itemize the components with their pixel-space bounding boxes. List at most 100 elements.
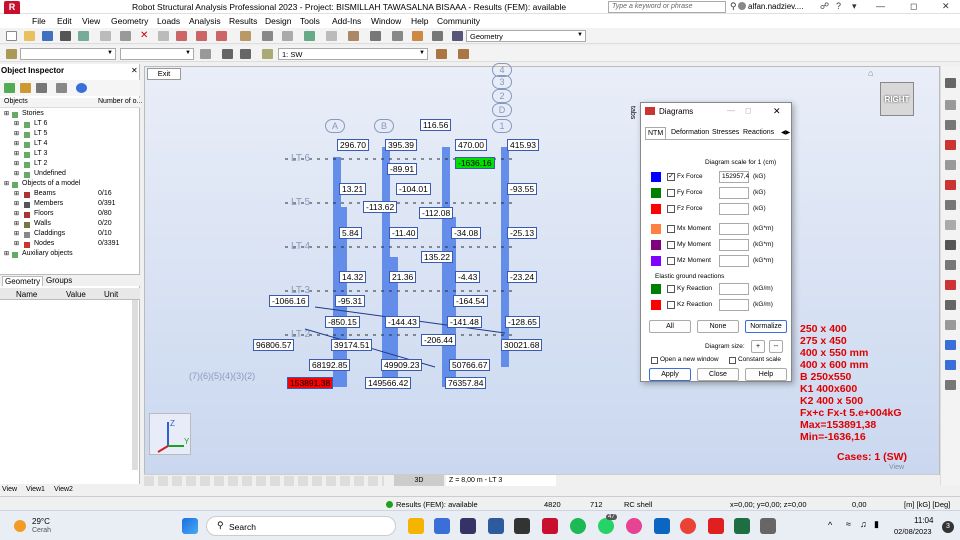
menu-community[interactable]: Community — [437, 16, 480, 26]
app-icon[interactable] — [460, 518, 476, 534]
filter-icon[interactable] — [200, 49, 211, 59]
expand-icon[interactable]: ⊞ — [4, 250, 9, 257]
tree-item[interactable]: ⊞ Stories — [0, 110, 140, 120]
tool-icon-8[interactable] — [945, 220, 956, 230]
tool-icon-4[interactable] — [945, 140, 956, 150]
app-icon[interactable] — [514, 518, 530, 534]
display-icon[interactable] — [392, 31, 403, 41]
app-icon[interactable] — [488, 518, 504, 534]
tree-item[interactable]: ⊞ Objects of a model — [0, 180, 140, 190]
expand-icon[interactable]: ⊞ — [14, 220, 19, 227]
fx-force-checkbox[interactable]: ✓ — [667, 173, 675, 181]
tab-deformation[interactable]: Deformation — [669, 127, 711, 139]
prev-view-icon[interactable] — [436, 49, 447, 59]
expand-icon[interactable]: ⊞ — [14, 210, 19, 217]
save-icon[interactable] — [42, 31, 53, 41]
settings-icon[interactable] — [36, 83, 47, 93]
mz-moment-checkbox[interactable] — [667, 257, 675, 265]
clock-time[interactable]: 11:04 — [914, 516, 933, 525]
expand-icon[interactable]: ⊞ — [14, 140, 19, 147]
select-icon[interactable] — [6, 49, 17, 59]
menu-analysis[interactable]: Analysis — [189, 16, 221, 26]
copy-icon[interactable] — [100, 31, 111, 41]
my-moment-scale-input[interactable] — [719, 239, 749, 251]
tab-reactions[interactable]: Reactions — [741, 127, 776, 139]
excel-icon[interactable] — [734, 518, 750, 534]
settings-icon[interactable] — [432, 31, 443, 41]
view-select[interactable]: 1: SW ▼ — [278, 48, 428, 60]
menu-view[interactable]: View — [82, 16, 100, 26]
view-mode-label[interactable]: 3D — [394, 475, 444, 486]
search-input[interactable]: Type a keyword or phrase — [608, 1, 726, 13]
volume-icon[interactable]: ♫ — [860, 519, 867, 529]
tree-item[interactable]: ⊞ Members 0/391 — [0, 200, 140, 210]
tab-scroll-icon[interactable]: ◀▶ — [779, 127, 792, 139]
exit-tab[interactable]: Exit — [147, 68, 181, 80]
dialog-side-tab[interactable]: tabs — [624, 106, 636, 136]
units-label[interactable]: [m] [kG] [Deg] — [904, 500, 950, 509]
close-icon[interactable]: ✕ — [942, 1, 950, 12]
menu-edit[interactable]: Edit — [57, 16, 72, 26]
weather-desc[interactable]: Cerah — [32, 527, 51, 534]
new-icon[interactable] — [6, 31, 17, 41]
expand-icon[interactable]: ⊞ — [14, 190, 19, 197]
battery-icon[interactable]: ▮ — [874, 519, 879, 530]
case-select[interactable]: ▼ — [120, 48, 194, 60]
fx-color-swatch[interactable] — [651, 172, 661, 182]
search-icon[interactable]: ⚲ — [730, 1, 737, 12]
tree-item[interactable]: ⊞ LT 4 — [0, 140, 140, 150]
tool-icon-14[interactable] — [945, 340, 956, 350]
delete-icon[interactable]: ✕ — [140, 31, 151, 41]
tool-icon-1[interactable] — [945, 78, 956, 88]
preview-icon[interactable] — [78, 31, 89, 41]
weather-icon[interactable] — [14, 520, 26, 532]
expand-icon[interactable]: ⊞ — [14, 120, 19, 127]
next-view-icon[interactable] — [458, 49, 469, 59]
mz-moment-scale-input[interactable] — [719, 255, 749, 267]
grid-icon[interactable] — [370, 31, 381, 41]
dropdown-icon[interactable]: ▾ — [852, 1, 857, 12]
menu-design[interactable]: Design — [265, 16, 291, 26]
pan-icon[interactable] — [282, 31, 293, 41]
model-viewport[interactable]: A B 4 3 2 D 1 LT 6 LT 5 LT 4 LT 3 LT 2 (… — [144, 63, 940, 486]
fz-force-scale-input[interactable] — [719, 203, 749, 215]
open-icon[interactable] — [24, 31, 35, 41]
filter-tree-icon[interactable] — [4, 83, 15, 93]
fz-color-swatch[interactable] — [651, 204, 661, 214]
layout-select[interactable]: Geometry ▼ — [466, 30, 586, 42]
tool-icon-7[interactable] — [945, 200, 956, 210]
fy-force-scale-input[interactable] — [719, 187, 749, 199]
tool-icon-10[interactable] — [945, 260, 956, 270]
mx-moment-checkbox[interactable] — [667, 225, 675, 233]
menu-file[interactable]: File — [32, 16, 46, 26]
tab-view1[interactable]: View1 — [26, 486, 45, 493]
fz-force-checkbox[interactable] — [667, 205, 675, 213]
constant-scale-checkbox[interactable] — [729, 357, 736, 364]
layout-icon[interactable] — [452, 31, 463, 41]
tree-item[interactable]: ⊞ LT 5 — [0, 130, 140, 140]
menu-loads[interactable]: Loads — [157, 16, 180, 26]
my-color-swatch[interactable] — [651, 240, 661, 250]
tab-view2[interactable]: View2 — [54, 486, 73, 493]
taskbar-search[interactable]: ⚲ Search — [206, 516, 396, 536]
menu-addins[interactable]: Add-Ins — [332, 16, 361, 26]
tree-item[interactable]: ⊞ Floors 0/80 — [0, 210, 140, 220]
tool-icon-5[interactable] — [945, 160, 956, 170]
display-toolbar[interactable] — [144, 476, 384, 486]
kz-color-swatch[interactable] — [651, 300, 661, 310]
kz-reaction-checkbox[interactable] — [667, 301, 675, 309]
user-name[interactable]: alfan.nadziev.... — [748, 2, 803, 11]
sort-icon[interactable] — [20, 83, 31, 93]
my-moment-checkbox[interactable] — [667, 241, 675, 249]
size-increase-button[interactable]: + — [751, 340, 765, 353]
cart-icon[interactable]: ☍ — [820, 1, 829, 12]
none-button[interactable]: None — [697, 320, 739, 333]
pdf-icon[interactable] — [708, 518, 724, 534]
paste-icon[interactable] — [120, 31, 131, 41]
tray-chevron-icon[interactable]: ^ — [828, 520, 832, 530]
tab-geometry[interactable]: Geometry — [2, 276, 44, 286]
open-new-window-checkbox[interactable] — [651, 357, 658, 364]
menu-results[interactable]: Results — [229, 16, 257, 26]
wifi-icon[interactable]: ≈ — [846, 519, 851, 529]
tab-ntm[interactable]: NTM — [645, 127, 667, 139]
